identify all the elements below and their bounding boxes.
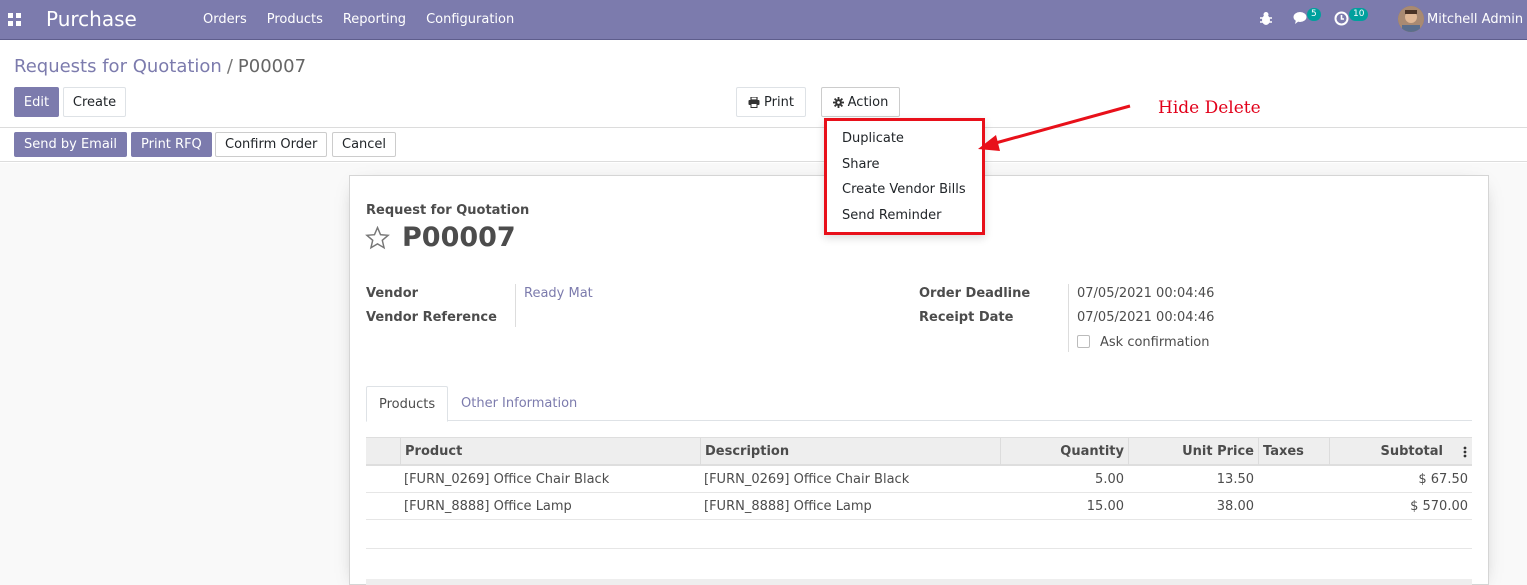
breadcrumb-separator: / [226, 56, 233, 77]
print-button-label: Print [764, 94, 794, 110]
cell-product: [FURN_0269] Office Chair Black [404, 472, 610, 487]
messages-count-badge: 5 [1307, 8, 1321, 21]
action-button-label: Action [847, 94, 889, 110]
tab-products[interactable]: Products [366, 386, 449, 422]
user-name[interactable]: Mitchell Admin [1427, 12, 1523, 27]
menu-item-send-reminder[interactable]: Send Reminder [842, 208, 941, 223]
menu-item-share[interactable]: Share [842, 157, 880, 172]
empty-table-row [366, 520, 1472, 549]
order-lines-table: Product Description Quantity Unit Price … [366, 437, 1472, 549]
column-header-product[interactable]: Product [400, 438, 700, 465]
order-deadline-label: Order Deadline [919, 286, 1031, 301]
column-header-quantity[interactable]: Quantity [1000, 438, 1128, 465]
create-button[interactable]: Create [63, 87, 126, 117]
action-button[interactable]: Action [821, 87, 900, 117]
cell-quantity: 5.00 [1095, 472, 1124, 487]
cell-subtotal: $ 570.00 [1410, 499, 1468, 514]
bug-icon[interactable] [1259, 11, 1273, 26]
header-handle-column [366, 438, 400, 465]
table-row[interactable]: [FURN_0269] Office Chair Black [FURN_026… [366, 466, 1472, 493]
edit-button[interactable]: Edit [14, 87, 59, 117]
vendor-label: Vendor [366, 286, 419, 301]
column-header-description[interactable]: Description [700, 438, 1000, 465]
tab-other-information[interactable]: Other Information [449, 386, 589, 421]
deadline-field-divider [1068, 284, 1069, 352]
print-rfq-button[interactable]: Print RFQ [131, 132, 212, 157]
activity-clock-icon[interactable] [1334, 11, 1349, 26]
gear-icon [832, 96, 844, 108]
table-footer [366, 579, 1472, 585]
breadcrumb-parent-link[interactable]: Requests for Quotation [14, 56, 222, 77]
printer-icon [748, 96, 760, 108]
main-menu: Orders Products Reporting Configuration [193, 12, 524, 27]
print-button[interactable]: Print [736, 87, 806, 117]
breadcrumb: Requests for Quotation / P00007 [14, 56, 306, 77]
menu-item-duplicate[interactable]: Duplicate [842, 131, 904, 146]
vendor-reference-label: Vendor Reference [366, 310, 497, 325]
menu-item-orders[interactable]: Orders [193, 12, 257, 27]
form-statusbar: Send by Email Print RFQ Confirm Order Ca… [0, 128, 1527, 162]
menu-item-products[interactable]: Products [257, 12, 333, 27]
action-dropdown-menu: Duplicate Share Create Vendor Bills Send… [824, 118, 985, 235]
receipt-date-label: Receipt Date [919, 310, 1014, 325]
top-navbar: Purchase Orders Products Reporting Confi… [0, 0, 1527, 40]
ask-confirmation-checkbox[interactable] [1077, 335, 1090, 348]
cell-description: [FURN_0269] Office Chair Black [704, 472, 910, 487]
document-name: P00007 [402, 222, 516, 253]
ask-confirmation-label: Ask confirmation [1100, 335, 1210, 350]
cell-unit-price: 38.00 [1216, 499, 1254, 514]
apps-menu-icon[interactable] [8, 13, 21, 26]
column-header-unit-price[interactable]: Unit Price [1128, 438, 1258, 465]
receipt-date-field[interactable]: 07/05/2021 00:04:46 [1077, 310, 1214, 325]
cell-description: [FURN_8888] Office Lamp [704, 499, 872, 514]
menu-item-configuration[interactable]: Configuration [416, 12, 524, 27]
annotation-text: Hide Delete [1158, 98, 1261, 118]
send-by-email-button[interactable]: Send by Email [14, 132, 128, 157]
document-type-label: Request for Quotation [366, 203, 530, 218]
table-header: Product Description Quantity Unit Price … [366, 437, 1472, 466]
form-sheet: Request for Quotation P00007 Vendor Read… [349, 175, 1489, 585]
menu-item-create-vendor-bills[interactable]: Create Vendor Bills [842, 182, 966, 197]
cancel-order-button[interactable]: Cancel [332, 132, 397, 157]
activity-count-badge: 10 [1349, 8, 1369, 21]
cell-subtotal: $ 67.50 [1418, 472, 1468, 487]
app-title[interactable]: Purchase [46, 7, 137, 31]
confirm-order-button[interactable]: Confirm Order [215, 132, 328, 157]
vendor-field-divider [515, 284, 516, 327]
menu-item-reporting[interactable]: Reporting [333, 12, 416, 27]
cell-quantity: 15.00 [1086, 499, 1124, 514]
star-icon[interactable] [365, 226, 390, 250]
notebook-tabs: Products Other Information [366, 386, 1472, 422]
order-deadline-field[interactable]: 07/05/2021 00:04:46 [1077, 286, 1214, 301]
column-header-taxes[interactable]: Taxes [1258, 438, 1329, 465]
user-avatar[interactable] [1398, 6, 1424, 32]
annotation-arrow [978, 104, 1131, 151]
breadcrumb-current: P00007 [237, 56, 307, 77]
table-row[interactable]: [FURN_8888] Office Lamp [FURN_8888] Offi… [366, 493, 1472, 520]
vendor-field[interactable]: Ready Mat [524, 286, 593, 301]
column-options-icon[interactable] [1463, 446, 1467, 458]
cell-product: [FURN_8888] Office Lamp [404, 499, 572, 514]
cell-unit-price: 13.50 [1216, 472, 1254, 487]
column-header-subtotal[interactable]: Subtotal [1329, 438, 1447, 465]
